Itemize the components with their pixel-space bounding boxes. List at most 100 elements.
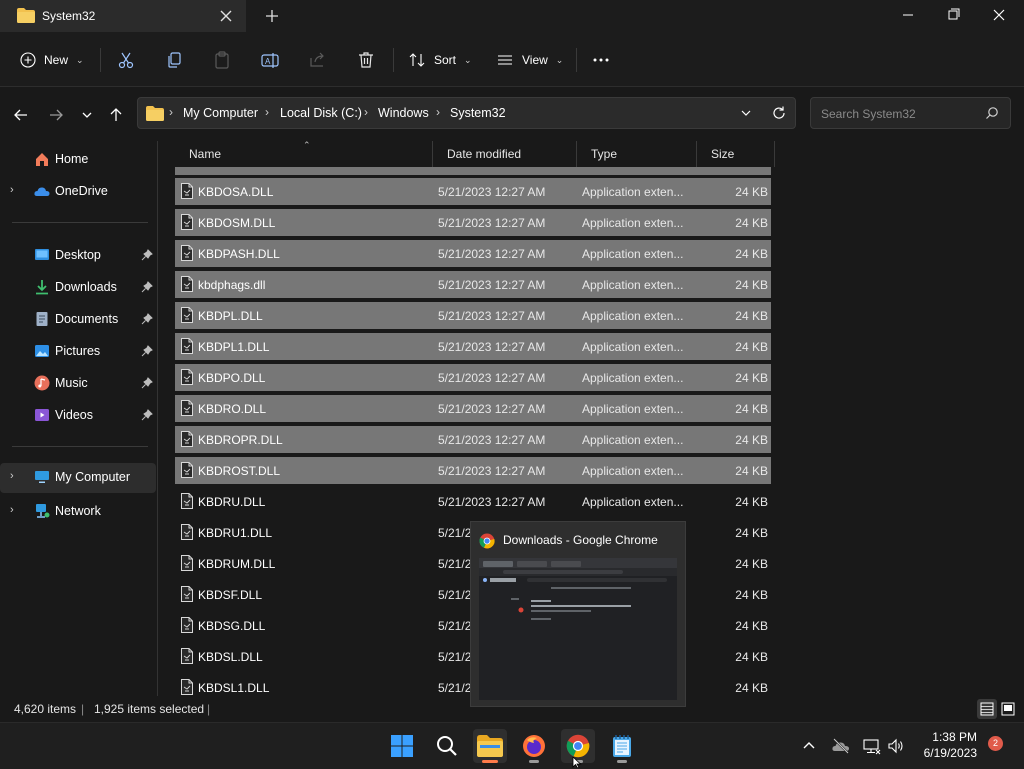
share-icon[interactable]	[308, 50, 328, 70]
maximize-icon[interactable]	[938, 4, 968, 26]
sidebar-item-label: Documents	[55, 312, 119, 326]
file-date-modified: 5/21/2023 12:27 AM	[438, 433, 546, 447]
sidebar-item-downloads[interactable]: Downloads	[0, 273, 158, 301]
file-name: KBDPL.DLL	[198, 309, 263, 323]
file-size: 24 KB	[735, 247, 768, 261]
clock-date[interactable]: 6/19/2023	[897, 746, 977, 760]
table-row[interactable]: kbdphags.dll 5/21/2023 12:27 AM Applicatio…	[175, 271, 771, 298]
paste-icon[interactable]	[212, 50, 232, 70]
table-row[interactable]: KBDPASH.DLL 5/21/2023 12:27 AM Application…	[175, 240, 771, 267]
firefox-icon	[523, 735, 545, 757]
sidebar-item-my-computer[interactable]: › My Computer	[0, 463, 156, 493]
refresh-icon[interactable]	[771, 105, 787, 121]
table-row[interactable]: KBDPO.DLL 5/21/2023 12:27 AM Application e…	[175, 364, 771, 391]
file-size: 24 KB	[735, 464, 768, 478]
taskbar-thumbnail-preview[interactable]: Downloads - Google Chrome	[470, 521, 686, 707]
sidebar-item-label: Desktop	[55, 248, 101, 262]
details-view-icon[interactable]	[977, 699, 997, 719]
file-date-modified: 5/21/2	[438, 681, 472, 695]
sidebar-item-pictures[interactable]: Pictures	[0, 337, 158, 365]
copy-icon[interactable]	[164, 50, 184, 70]
column-type-label: Type	[591, 147, 618, 161]
start-button[interactable]	[385, 729, 419, 763]
network-status-icon[interactable]	[863, 737, 881, 755]
close-tab-icon[interactable]	[216, 6, 236, 26]
close-window-icon[interactable]	[984, 4, 1014, 26]
up-icon[interactable]	[106, 105, 126, 125]
file-type: Application exten...	[582, 340, 684, 354]
delete-icon[interactable]	[356, 50, 376, 70]
column-date-modified[interactable]: Date modified	[433, 141, 577, 167]
new-tab-icon[interactable]	[262, 6, 282, 26]
notepad-taskbar-button[interactable]	[605, 729, 639, 763]
folder-icon	[17, 8, 35, 23]
sidebar-item-documents[interactable]: Documents	[0, 305, 158, 333]
cut-icon[interactable]	[116, 50, 136, 70]
table-row[interactable]: KBDRO.DLL 5/21/2023 12:27 AM Application e…	[175, 395, 771, 422]
table-row[interactable]: KBDROST.DLL 5/21/2023 12:27 AM Application…	[175, 457, 771, 484]
table-row[interactable]: KBDPL1.DLL 5/21/2023 12:27 AM Application …	[175, 333, 771, 360]
dll-file-icon	[181, 462, 193, 478]
sort-button[interactable]: Sort ⌄	[408, 46, 472, 74]
search-taskbar-button[interactable]	[430, 729, 464, 763]
more-options-icon[interactable]	[591, 50, 611, 70]
dll-file-icon	[181, 183, 193, 199]
table-row[interactable]: KBDROPR.DLL 5/21/2023 12:27 AM Application…	[175, 426, 771, 453]
cloud-icon	[34, 183, 50, 199]
breadcrumb-my-computer[interactable]: My Computer	[183, 106, 258, 120]
file-type: Application exten...	[582, 402, 684, 416]
sidebar-item-desktop[interactable]: Desktop	[0, 241, 158, 269]
search-box[interactable]	[810, 97, 1011, 129]
sidebar-item-videos[interactable]: Videos	[0, 401, 158, 429]
forward-icon[interactable]	[46, 105, 66, 125]
recent-locations-icon[interactable]	[77, 105, 97, 125]
file-name: KBDSF.DLL	[198, 588, 263, 602]
clock-time[interactable]: 1:38 PM	[897, 730, 977, 744]
breadcrumb-local-disk[interactable]: Local Disk (C:)	[280, 106, 362, 120]
table-row[interactable]: KBDOSM.DLL 5/21/2023 12:27 AM Application …	[175, 209, 771, 236]
chrome-window-thumbnail	[479, 558, 677, 700]
column-size[interactable]: Size	[697, 141, 775, 167]
tab-system32[interactable]: System32	[0, 0, 246, 32]
chevron-right-icon[interactable]: ›	[10, 184, 14, 196]
folder-icon	[146, 106, 164, 121]
pin-icon	[141, 377, 153, 389]
file-date-modified: 5/21/2023 12:27 AM	[438, 309, 546, 323]
show-hidden-icons-chevron-icon[interactable]	[800, 737, 818, 755]
plus-circle-icon	[20, 52, 36, 68]
firefox-taskbar-button[interactable]	[517, 729, 551, 763]
view-button[interactable]: View ⌄	[496, 46, 563, 74]
notification-badge[interactable]: 2	[988, 736, 1003, 751]
file-explorer-taskbar-button[interactable]	[473, 729, 507, 763]
command-bar: New ⌄ A Sort ⌄ View ⌄	[0, 32, 1024, 87]
table-row[interactable]: KBDPL.DLL 5/21/2023 12:27 AM Application e…	[175, 302, 771, 329]
new-button[interactable]: New ⌄	[20, 46, 84, 74]
onedrive-offline-icon[interactable]	[832, 737, 850, 755]
sidebar-item-music[interactable]: Music	[0, 369, 158, 397]
minimize-icon[interactable]	[893, 4, 923, 26]
table-row[interactable]	[175, 167, 771, 175]
search-input[interactable]	[819, 104, 983, 124]
breadcrumb-system32[interactable]: System32	[450, 106, 506, 120]
tiles-view-icon[interactable]	[998, 699, 1018, 719]
breadcrumb-windows[interactable]: Windows	[378, 106, 429, 120]
rename-icon[interactable]: A	[260, 50, 280, 70]
file-type: Application exten...	[582, 309, 684, 323]
chevron-right-icon[interactable]: ›	[10, 470, 14, 482]
dll-file-icon	[181, 648, 193, 664]
table-row[interactable]: KBDRU.DLL 5/21/2023 12:27 AM Application e…	[175, 488, 771, 515]
selected-count: 1,925 items selected	[94, 702, 205, 716]
divider: |	[207, 702, 211, 716]
back-icon[interactable]	[11, 105, 31, 125]
file-name: KBDRU.DLL	[198, 495, 266, 509]
sidebar-item-onedrive[interactable]: › OneDrive	[0, 177, 158, 205]
chevron-right-icon[interactable]: ›	[10, 504, 14, 516]
address-dropdown-icon[interactable]	[738, 105, 754, 121]
column-type[interactable]: Type	[577, 141, 697, 167]
sidebar-item-home[interactable]: Home	[0, 145, 158, 173]
table-row[interactable]: KBDOSA.DLL 5/21/2023 12:27 AM Application …	[175, 178, 771, 205]
search-icon[interactable]	[985, 106, 999, 120]
sidebar-item-network[interactable]: › Network	[0, 497, 158, 525]
address-bar[interactable]: › My Computer › Local Disk (C:) › Window…	[137, 97, 796, 129]
file-date-modified: 5/21/2023 12:27 AM	[438, 371, 546, 385]
